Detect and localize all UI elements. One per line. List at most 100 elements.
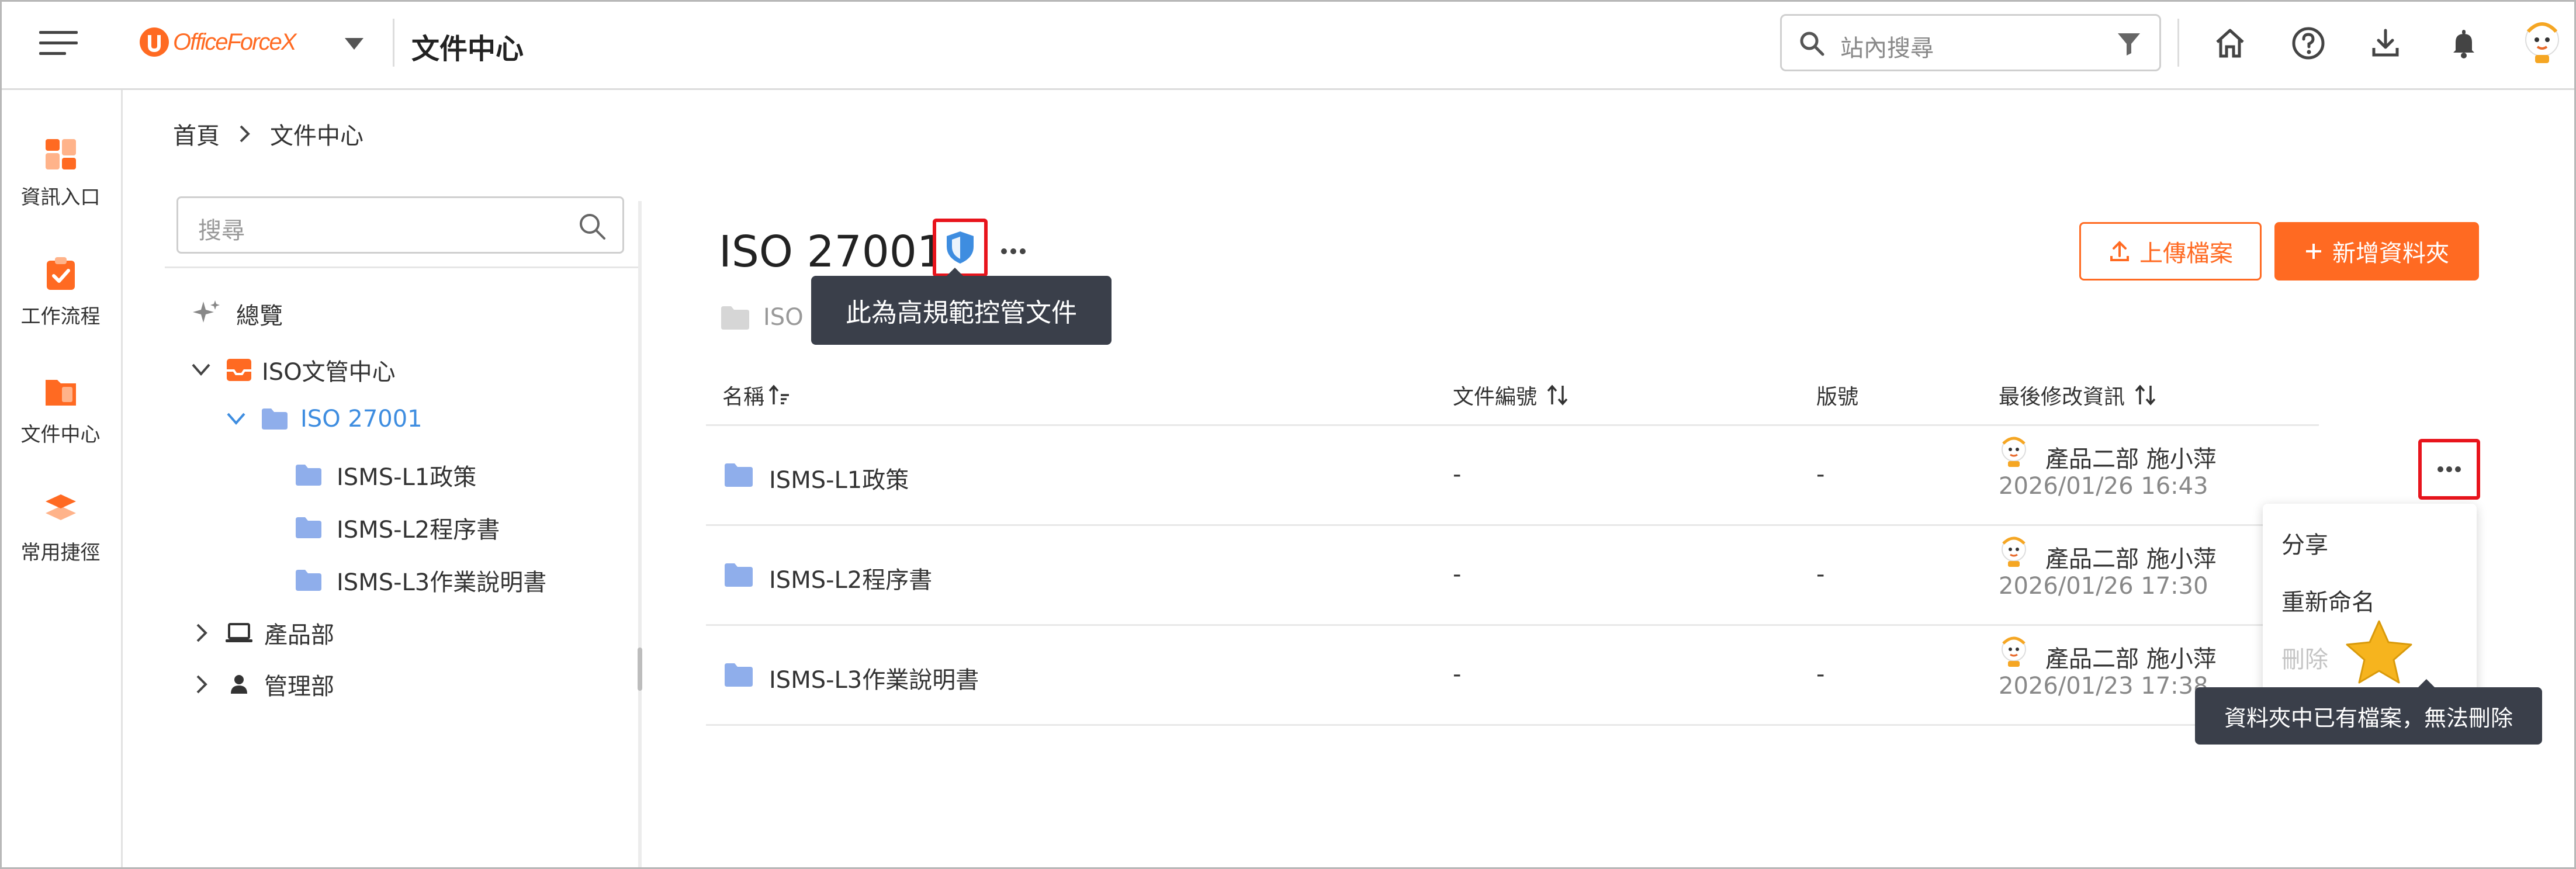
column-header-modified[interactable]: 最後修改資訊 <box>1999 380 2159 410</box>
folder-icon <box>725 463 753 487</box>
tree-item-isms-l2[interactable]: ISMS-L2程序書 <box>295 511 500 545</box>
tree-item-isms-l3[interactable]: ISMS-L3作業說明書 <box>295 563 546 597</box>
row-version: - <box>1816 561 1825 588</box>
table-row[interactable]: ISMS-L2程序書 - - 產品二部 施小萍 2026/01/26 17:30 <box>706 526 2319 624</box>
row-divider <box>706 724 2319 726</box>
column-header-version: 版號 <box>1816 380 1858 410</box>
column-header-label: 名稱 <box>722 385 765 409</box>
folder-path-icon <box>719 304 752 332</box>
app-logo[interactable]: OfficeForceX <box>138 23 313 61</box>
sidebar-item-file-center[interactable]: 文件中心 <box>0 373 121 447</box>
logo-text: OfficeForceX <box>173 29 296 55</box>
row-name[interactable]: ISMS-L2程序書 <box>769 561 932 595</box>
column-header-doc-no[interactable]: 文件編號 <box>1453 380 1571 410</box>
chevron-right-icon[interactable] <box>193 622 210 643</box>
folder-icon <box>725 663 753 687</box>
sidebar-item-label: 常用捷徑 <box>20 541 101 565</box>
table-row[interactable]: ISMS-L1政策 - - 產品二部 施小萍 2026/01/26 16:43 <box>706 426 2480 524</box>
upload-icon <box>2110 241 2129 261</box>
tree-search-box[interactable]: 搜尋 <box>176 196 624 254</box>
file-center-icon <box>45 380 76 406</box>
app-switcher-chevron-icon[interactable] <box>337 29 372 58</box>
column-header-name[interactable]: 名稱 <box>722 380 791 410</box>
tree-item-mgmt-dept[interactable]: 管理部 <box>193 667 334 701</box>
row-modified-user: 產品二部 施小萍 <box>2045 546 2217 573</box>
upload-file-button[interactable]: 上傳檔案 <box>2079 222 2262 281</box>
chevron-right-icon[interactable] <box>193 674 210 695</box>
tree-item-label: ISO 27001 <box>300 406 423 432</box>
tooltip-text: 此為高規範控管文件 <box>846 298 1077 328</box>
breadcrumb-home-link[interactable]: 首頁 <box>173 117 220 151</box>
plus-icon <box>2306 244 2321 259</box>
workflow-icon <box>46 257 75 290</box>
menu-item-rename[interactable]: 重新命名 <box>2263 575 2477 617</box>
tree-scrollbar-thumb[interactable] <box>638 648 642 691</box>
menu-item-label: 刪除 <box>2281 646 2328 673</box>
user-avatar <box>2002 636 2026 667</box>
sidebar-item-workflow[interactable]: 工作流程 <box>0 255 121 329</box>
sort-icon[interactable] <box>1545 383 1571 407</box>
chevron-down-icon[interactable] <box>191 361 212 379</box>
download-icon[interactable] <box>2367 25 2404 62</box>
row-name[interactable]: ISMS-L3作業說明書 <box>769 661 979 695</box>
upload-file-label: 上傳檔案 <box>2139 240 2233 267</box>
tree-item-isms-l1[interactable]: ISMS-L1政策 <box>295 458 476 492</box>
hamburger-menu-icon[interactable] <box>35 26 82 61</box>
tree-item-overview[interactable]: 總覽 <box>191 297 283 331</box>
row-more-options-button[interactable] <box>2418 439 2480 500</box>
folder-path-text: ISO <box>763 304 804 331</box>
help-icon[interactable] <box>2290 25 2327 62</box>
row-version: - <box>1816 661 1825 688</box>
tree-item-iso27001[interactable]: ISO 27001 <box>226 406 423 432</box>
notification-bell-icon[interactable] <box>2445 25 2482 62</box>
header-divider <box>2177 19 2179 67</box>
filter-icon[interactable] <box>2114 29 2144 59</box>
menu-item-label: 分享 <box>2281 532 2328 559</box>
tree-item-label: ISMS-L1政策 <box>337 464 477 491</box>
row-doc-no: - <box>1453 561 1462 588</box>
sort-ascending-icon[interactable] <box>768 383 791 407</box>
sort-icon[interactable] <box>2133 383 2159 407</box>
sparkle-icon <box>193 300 220 323</box>
global-search-box[interactable]: 站內搜尋 <box>1780 14 2161 71</box>
sidebar-item-shortcuts[interactable]: 常用捷徑 <box>0 491 121 565</box>
chevron-down-icon[interactable] <box>226 410 247 428</box>
column-header-label: 文件編號 <box>1453 385 1538 409</box>
folder-icon <box>296 465 321 486</box>
folder-icon <box>262 408 288 430</box>
tree-search-input[interactable]: 搜尋 <box>198 212 245 245</box>
row-doc-no: - <box>1453 461 1462 488</box>
home-icon[interactable] <box>2211 25 2249 62</box>
user-avatar[interactable] <box>2519 18 2565 67</box>
new-folder-label: 新增資料夾 <box>2332 240 2449 267</box>
chevron-right-icon <box>238 124 251 144</box>
tooltip-arrow <box>946 268 964 277</box>
row-modified-date: 2026/01/23 17:38 <box>1999 673 2208 700</box>
more-options-icon[interactable] <box>996 238 1031 264</box>
row-modified-user: 產品二部 施小萍 <box>2045 646 2217 673</box>
star-icon <box>2341 616 2417 688</box>
tree-item-product-dept[interactable]: 產品部 <box>193 616 334 650</box>
row-doc-no: - <box>1453 661 1462 688</box>
user-avatar <box>2002 536 2026 567</box>
new-folder-button[interactable]: 新增資料夾 <box>2274 222 2479 281</box>
tree-item-label: 管理部 <box>264 673 334 700</box>
folder-icon <box>296 570 321 591</box>
search-icon <box>1797 29 1826 58</box>
search-icon[interactable] <box>576 210 608 243</box>
breadcrumb: 首頁 文件中心 <box>173 117 363 151</box>
tree-item-iso-center[interactable]: ISO文管中心 <box>191 353 396 387</box>
tree-item-label: ISMS-L3作業說明書 <box>337 569 547 596</box>
table-row[interactable]: ISMS-L3作業說明書 - - 產品二部 施小萍 2026/01/23 17:… <box>706 626 2319 724</box>
tree-item-label: 產品部 <box>264 622 334 649</box>
shortcut-icon <box>45 494 76 520</box>
tooltip-arrow <box>2417 679 2436 688</box>
more-options-icon <box>2437 466 2461 472</box>
page-title: 文件中心 <box>411 33 524 65</box>
menu-item-share[interactable]: 分享 <box>2263 518 2477 560</box>
sidebar-item-portal[interactable]: 資訊入口 <box>0 136 121 210</box>
global-search-input[interactable]: 站內搜尋 <box>1840 29 1934 63</box>
user-avatar <box>2002 437 2026 467</box>
row-name[interactable]: ISMS-L1政策 <box>769 461 909 495</box>
tree-scrollbar-track <box>638 201 642 869</box>
